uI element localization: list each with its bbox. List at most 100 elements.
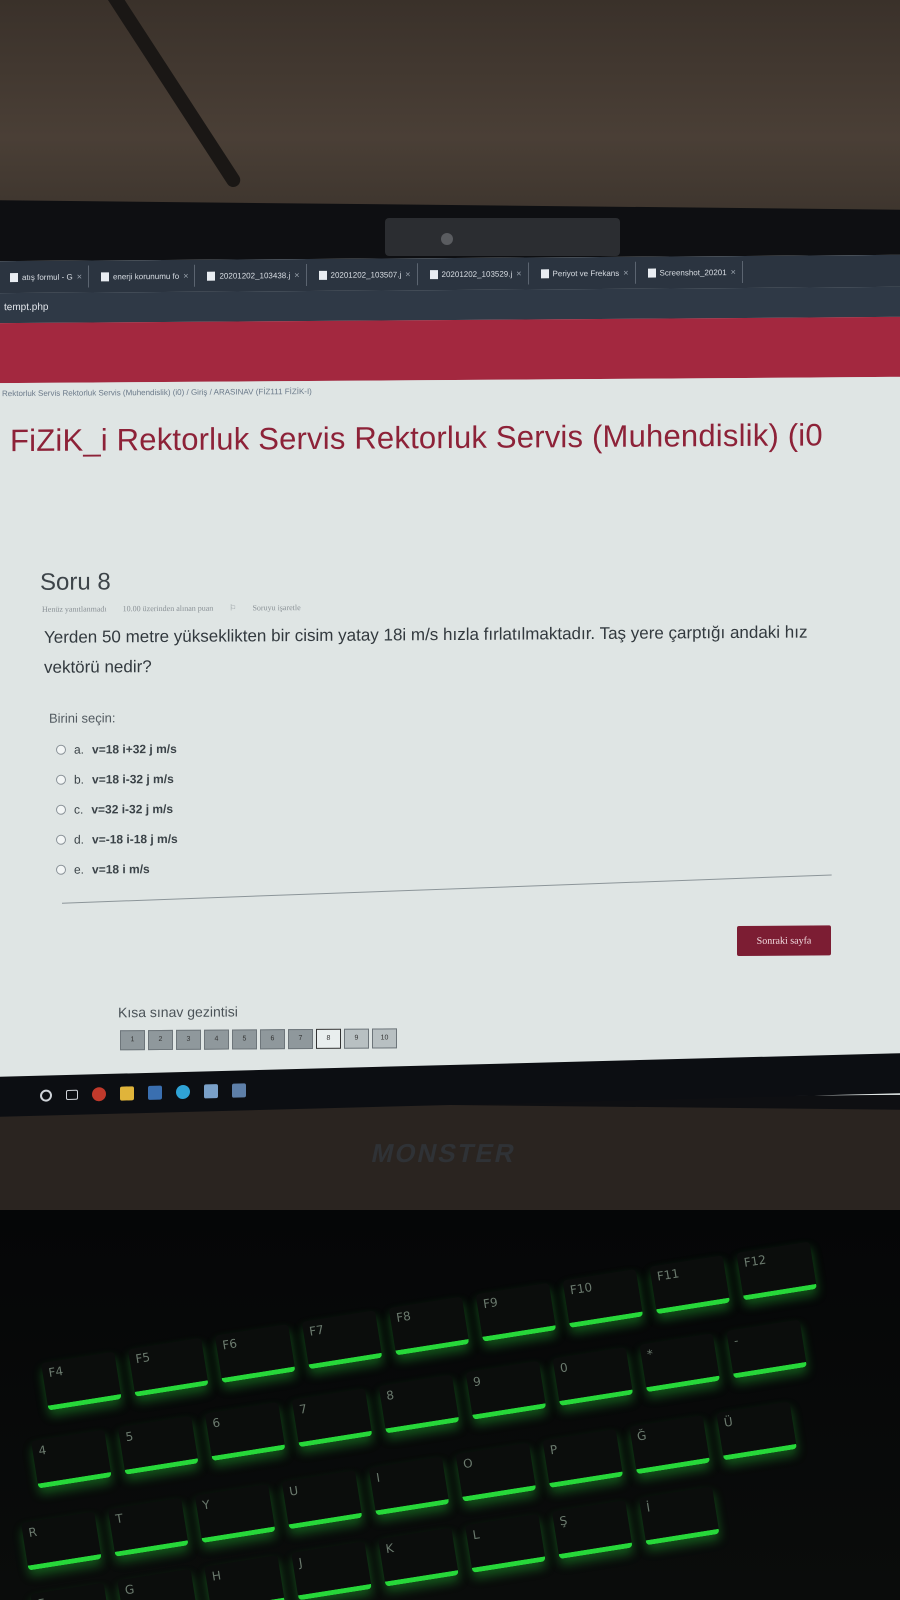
- keyboard-key: F8: [388, 1296, 470, 1356]
- quiz-nav-page-current[interactable]: 8: [316, 1028, 341, 1049]
- page-title: FiZiK_i Rektorluk Servis Rektorluk Servi…: [10, 417, 823, 459]
- close-icon[interactable]: ×: [623, 268, 628, 278]
- task-view-icon[interactable]: [66, 1089, 78, 1101]
- tab-label: 20201202_103529.j: [441, 269, 513, 279]
- browser-tab[interactable]: Screenshot_20201 ×: [641, 260, 743, 284]
- keyboard-key: F4: [41, 1351, 122, 1411]
- keyboard-key: R: [21, 1511, 102, 1571]
- keyboard-key: İ: [638, 1486, 720, 1546]
- radio-button[interactable]: [56, 804, 66, 815]
- answer-option[interactable]: d. v=-18 i-18 j m/s: [56, 824, 178, 855]
- tab-label: Screenshot_20201: [659, 267, 727, 278]
- keyboard-key: F: [30, 1582, 112, 1600]
- keyboard-key: 8: [378, 1374, 460, 1434]
- radio-button[interactable]: [56, 774, 66, 785]
- close-icon[interactable]: ×: [294, 270, 299, 280]
- keyboard-key: 7: [291, 1388, 373, 1448]
- keyboard-key: 5: [117, 1415, 199, 1475]
- radio-button[interactable]: [56, 744, 66, 755]
- question-status: Henüz yanıtlanmadı: [42, 604, 107, 614]
- laptop-brand-logo: MONSTER: [368, 1138, 520, 1168]
- file-icon: [647, 268, 656, 278]
- keyboard-key: Ş: [551, 1500, 633, 1560]
- browser-tab[interactable]: 20201202_103529.j ×: [423, 262, 529, 286]
- quiz-nav-page[interactable]: 9: [344, 1028, 369, 1049]
- keyboard-key: F7: [301, 1310, 383, 1370]
- option-value: v=-18 i-18 j m/s: [92, 831, 178, 847]
- google-icon: [10, 272, 18, 282]
- keyboard-key: O: [455, 1442, 537, 1502]
- app-icon[interactable]: [232, 1083, 246, 1098]
- browser-tab[interactable]: 20201202_103507.j ×: [312, 263, 418, 286]
- edge-icon[interactable]: [176, 1084, 190, 1100]
- radio-button[interactable]: [56, 864, 66, 875]
- question-heading: Soru 8: [40, 568, 111, 596]
- flag-question-link[interactable]: ⚐ Soruyu işaretle: [229, 603, 314, 613]
- answer-option[interactable]: a. v=18 i+32 j m/s: [56, 734, 178, 765]
- search-icon[interactable]: [40, 1089, 52, 1102]
- answer-option[interactable]: e. v=18 i m/s: [56, 854, 178, 885]
- quiz-nav-page[interactable]: 6: [260, 1029, 285, 1050]
- option-value: v=18 i+32 j m/s: [92, 741, 177, 757]
- keyboard-key: F10: [562, 1268, 644, 1328]
- close-icon[interactable]: ×: [731, 267, 736, 277]
- quiz-nav-page[interactable]: 10: [372, 1028, 397, 1049]
- quiz-nav-page[interactable]: 3: [176, 1029, 201, 1050]
- keyboard-key: H: [204, 1555, 285, 1600]
- app-window-icon[interactable]: [204, 1084, 218, 1099]
- breadcrumb[interactable]: Rektorluk Servis Rektorluk Servis (Muhen…: [2, 387, 312, 398]
- keyboard-key: L: [465, 1513, 546, 1573]
- file-icon: [429, 269, 438, 279]
- file-icon: [540, 268, 549, 278]
- keyboard-key: K: [378, 1527, 459, 1587]
- keyboard-key: F5: [127, 1337, 209, 1397]
- close-icon[interactable]: ×: [183, 271, 188, 281]
- answer-option[interactable]: b. v=18 i-32 j m/s: [56, 764, 178, 795]
- flag-icon: ⚐: [229, 603, 239, 613]
- browser-tab[interactable]: atış formul - G ×: [4, 265, 89, 289]
- browser-opera-icon[interactable]: [92, 1087, 106, 1102]
- quiz-nav-page[interactable]: 4: [204, 1029, 229, 1050]
- keyboard-key: I: [368, 1456, 450, 1516]
- close-icon[interactable]: ×: [405, 269, 410, 279]
- close-icon[interactable]: ×: [77, 272, 82, 282]
- quiz-navigation: 1 2 3 4 5 6 7 8 9 10: [120, 1028, 397, 1051]
- file-icon: [318, 270, 327, 280]
- next-page-button[interactable]: Sonraki sayfa: [737, 925, 831, 956]
- question-text: Yerden 50 metre yükseklikten bir cisim y…: [44, 622, 808, 677]
- keyboard-key: F9: [475, 1282, 557, 1342]
- quiz-nav-page[interactable]: 2: [148, 1029, 173, 1051]
- laptop-screen: atış formul - G × enerji korunumu fo × 202…: [0, 254, 900, 1102]
- choose-label: Birini seçin:: [49, 710, 116, 726]
- keyboard-key: F11: [649, 1255, 731, 1315]
- close-icon[interactable]: ×: [516, 269, 521, 279]
- tab-label: atış formul - G: [22, 272, 73, 282]
- file-icon: [207, 271, 216, 281]
- quiz-nav-page[interactable]: 5: [232, 1029, 257, 1050]
- keyboard-key: Y: [194, 1484, 276, 1544]
- browser-tab[interactable]: Periyot ve Frekans ×: [534, 261, 636, 285]
- radio-button[interactable]: [56, 834, 66, 845]
- browser-tab[interactable]: 20201202_103438.j ×: [201, 264, 307, 287]
- keyboard-key: P: [542, 1428, 624, 1488]
- webcam-icon: [441, 233, 453, 245]
- keyboard-key: Ğ: [629, 1415, 711, 1475]
- option-letter: a.: [74, 742, 85, 757]
- keyboard-key: Ü: [716, 1401, 797, 1461]
- keyboard-key: F12: [736, 1241, 817, 1301]
- keyboard-key: -: [726, 1319, 807, 1379]
- option-value: v=18 i m/s: [92, 862, 150, 877]
- option-letter: b.: [74, 772, 85, 787]
- webcam-housing: [385, 218, 620, 256]
- option-letter: d.: [74, 832, 85, 847]
- browser-tab[interactable]: enerji korunumu fo ×: [94, 264, 196, 288]
- keyboard-key: 0: [552, 1346, 634, 1406]
- quiz-nav-page[interactable]: 7: [288, 1028, 313, 1050]
- answer-option[interactable]: c. v=32 i-32 j m/s: [56, 794, 178, 825]
- quiz-nav-page[interactable]: 1: [120, 1030, 145, 1051]
- file-explorer-icon[interactable]: [120, 1086, 134, 1101]
- option-letter: c.: [74, 802, 84, 817]
- keyboard-key: J: [291, 1541, 372, 1600]
- app-icon[interactable]: [148, 1085, 162, 1100]
- option-letter: e.: [74, 862, 85, 877]
